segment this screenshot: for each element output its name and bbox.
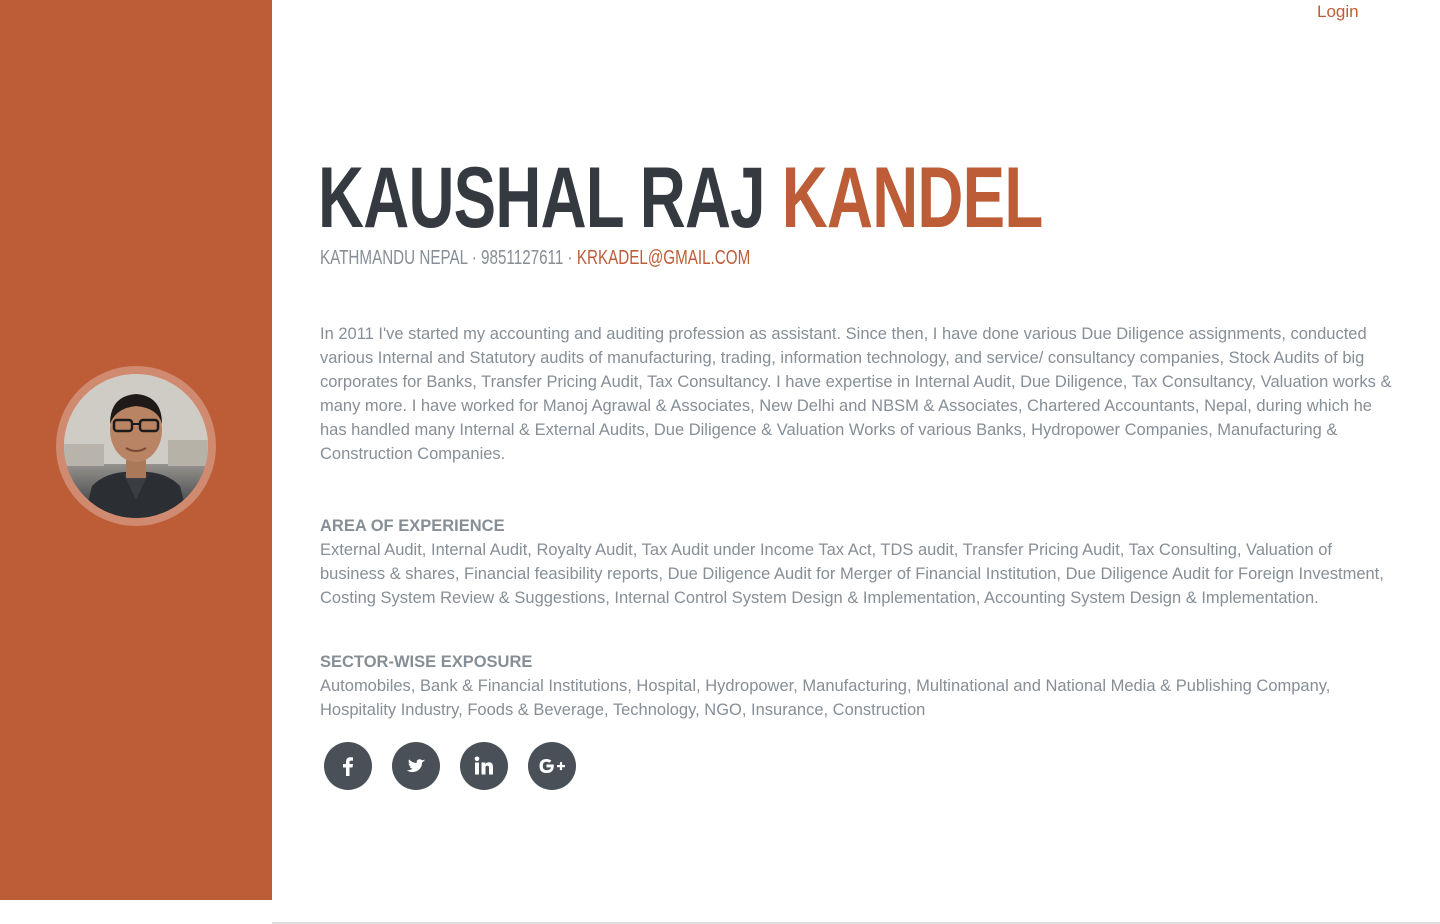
avatar-frame — [56, 366, 216, 526]
twitter-button[interactable] — [392, 742, 440, 790]
page-title: Kaushal Raj Kandel — [318, 150, 1043, 246]
avatar — [64, 374, 208, 518]
linkedin-icon — [474, 756, 493, 775]
google-plus-button[interactable] — [528, 742, 576, 790]
login-link[interactable]: Login — [1317, 1, 1359, 23]
location-text: Kathmandu Nepal — [320, 247, 468, 269]
linkedin-button[interactable] — [460, 742, 508, 790]
sector-text: Automobiles, Bank & Financial Institutio… — [320, 677, 1331, 719]
sidebar — [0, 0, 272, 900]
separator: · — [567, 247, 573, 269]
email-link[interactable]: krkadel@gmail.com — [577, 247, 750, 269]
social-icons — [324, 742, 576, 790]
profile-photo — [64, 374, 208, 518]
last-name: Kandel — [781, 150, 1043, 246]
separator: · — [471, 247, 477, 269]
twitter-icon — [406, 759, 426, 773]
facebook-button[interactable] — [324, 742, 372, 790]
sector-heading: Sector-wise Exposure — [320, 653, 533, 671]
google-plus-icon — [539, 759, 565, 773]
experience-heading: Area of Experience — [320, 517, 505, 535]
first-name: Kaushal Raj — [318, 150, 766, 246]
bio-text: In 2011 I've started my accounting and a… — [320, 325, 1392, 463]
phone-text: 9851127611 — [481, 247, 564, 269]
experience-text: External Audit, Internal Audit, Royalty … — [320, 541, 1384, 607]
contact-line: Kathmandu Nepal · 9851127611 · krkadel@g… — [320, 246, 750, 270]
facebook-icon — [343, 757, 353, 776]
